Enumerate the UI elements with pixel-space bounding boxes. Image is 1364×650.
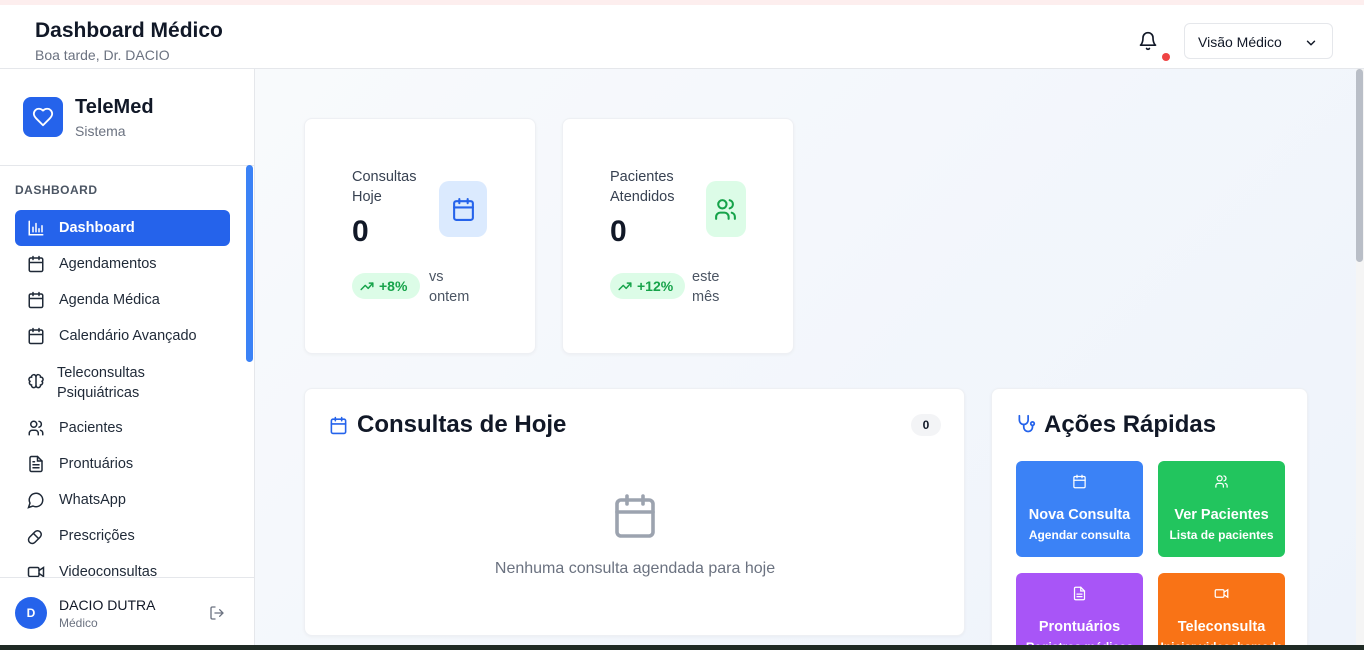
nav-section-label: DASHBOARD [15, 183, 98, 197]
bell-icon[interactable] [1138, 31, 1158, 51]
logout-icon[interactable] [209, 605, 225, 621]
brain-icon [28, 373, 44, 389]
stat-label: Consultas Hoje [352, 169, 417, 205]
sidebar-item-label: Agendamentos [59, 256, 157, 272]
heart-icon [32, 107, 54, 127]
user-name: DACIO DUTRA [59, 597, 156, 613]
stethoscope-icon [1018, 414, 1036, 433]
message-circle-icon [27, 492, 44, 509]
stat-icon-box [439, 181, 487, 237]
sidebar-item-agendamentos[interactable]: Agendamentos [15, 246, 230, 282]
calendar-icon [28, 327, 44, 345]
calendar-icon [615, 494, 655, 538]
trend-note: este mês [692, 269, 720, 305]
sidebar-item-label: Prontuários [59, 456, 134, 472]
chevron-down-icon [1306, 40, 1316, 46]
pill-icon [27, 530, 42, 545]
quick-actions-panel: Ações Rápidas Nova Consulta Agendar cons… [991, 388, 1308, 650]
stat-card-pacientes: Pacientes Atendidos 0 +12% este mês [562, 118, 794, 354]
top-header: Dashboard Médico Boa tarde, Dr. DACIO Vi… [0, 5, 1364, 69]
view-selector-label: Visão Médico [1198, 34, 1282, 50]
view-selector[interactable]: Visão Médico [1184, 23, 1333, 59]
page-title: Dashboard Médico [35, 19, 223, 42]
teleconsulta-button[interactable]: Teleconsulta Iniciar videochamada [1158, 573, 1285, 650]
avatar: D [15, 597, 47, 629]
today-appointments-panel: Consultas de Hoje 0 Nenhuma consulta age… [304, 388, 965, 636]
divider [0, 165, 254, 166]
user-role: Médico [59, 616, 98, 630]
trend-badge: +8% [352, 273, 420, 299]
sidebar-item-agenda-medica[interactable]: Agenda Médica [15, 282, 230, 318]
logo [23, 97, 63, 137]
sidebar-item-dashboard[interactable]: Dashboard [15, 210, 230, 246]
panel-title: Ações Rápidas [1044, 411, 1217, 438]
appointment-count-badge: 0 [911, 414, 941, 436]
stat-label: Pacientes Atendidos [610, 169, 675, 205]
calendar-icon [28, 291, 44, 309]
greeting-text: Boa tarde, Dr. DACIO [35, 47, 170, 63]
sidebar-scrollbar[interactable] [246, 165, 253, 362]
ver-pacientes-button[interactable]: Ver Pacientes Lista de pacientes [1158, 461, 1285, 557]
sidebar-item-label: WhatsApp [59, 492, 126, 508]
user-profile: D DACIO DUTRA Médico [0, 577, 254, 650]
trending-up-icon [618, 282, 632, 291]
sidebar-item-whatsapp[interactable]: WhatsApp [15, 482, 230, 518]
empty-state-text: Nenhuma consulta agendada para hoje [494, 560, 776, 577]
bar-chart-icon [28, 220, 44, 236]
stat-value: 0 [352, 215, 369, 248]
trending-up-icon [360, 282, 374, 291]
users-icon [1215, 475, 1228, 488]
trend-badge: +12% [610, 273, 685, 299]
sidebar-item-calendario[interactable]: Calendário Avançado [15, 318, 230, 354]
trend-note: vs ontem [429, 269, 470, 305]
sidebar: TeleMed Sistema DASHBOARD Dashboard Agen… [0, 69, 255, 650]
sidebar-item-label: Pacientes [59, 420, 123, 436]
sidebar-item-prescricoes[interactable]: Prescrições [15, 518, 230, 554]
stat-icon-box [706, 181, 746, 237]
calendar-icon [330, 416, 347, 435]
sidebar-item-label: Prescrições [59, 528, 135, 544]
sidebar-item-label: Agenda Médica [59, 292, 160, 308]
brand-name: TeleMed [75, 96, 154, 118]
stat-card-consultas: Consultas Hoje 0 +8% vs ontem [304, 118, 536, 354]
video-icon [1214, 588, 1229, 599]
sidebar-item-label: Calendário Avançado [59, 328, 197, 344]
sidebar-item-label: Teleconsultas Psiquiátricas [57, 365, 145, 401]
panel-title: Consultas de Hoje [357, 411, 567, 438]
sidebar-item-label: Dashboard [59, 220, 135, 236]
calendar-icon [1073, 474, 1086, 489]
users-icon [28, 420, 44, 436]
calendar-icon [28, 255, 44, 273]
brand-subtitle: Sistema [75, 123, 126, 139]
scrollbar-thumb[interactable] [1356, 69, 1363, 262]
sidebar-item-prontuarios[interactable]: Prontuários [15, 446, 230, 482]
sidebar-item-teleconsultas[interactable]: Teleconsultas Psiquiátricas [15, 361, 230, 403]
taskbar-edge [0, 645, 1364, 650]
calendar-icon [453, 198, 474, 221]
stat-value: 0 [610, 215, 627, 248]
notification-dot [1162, 53, 1170, 61]
page-scrollbar[interactable] [1356, 69, 1364, 645]
users-icon [715, 199, 736, 220]
file-text-icon [1073, 586, 1086, 601]
file-text-icon [29, 455, 43, 473]
prontuarios-button[interactable]: Prontuários Registros médicos [1016, 573, 1143, 650]
sidebar-item-pacientes[interactable]: Pacientes [15, 410, 230, 446]
nova-consulta-button[interactable]: Nova Consulta Agendar consulta [1016, 461, 1143, 557]
